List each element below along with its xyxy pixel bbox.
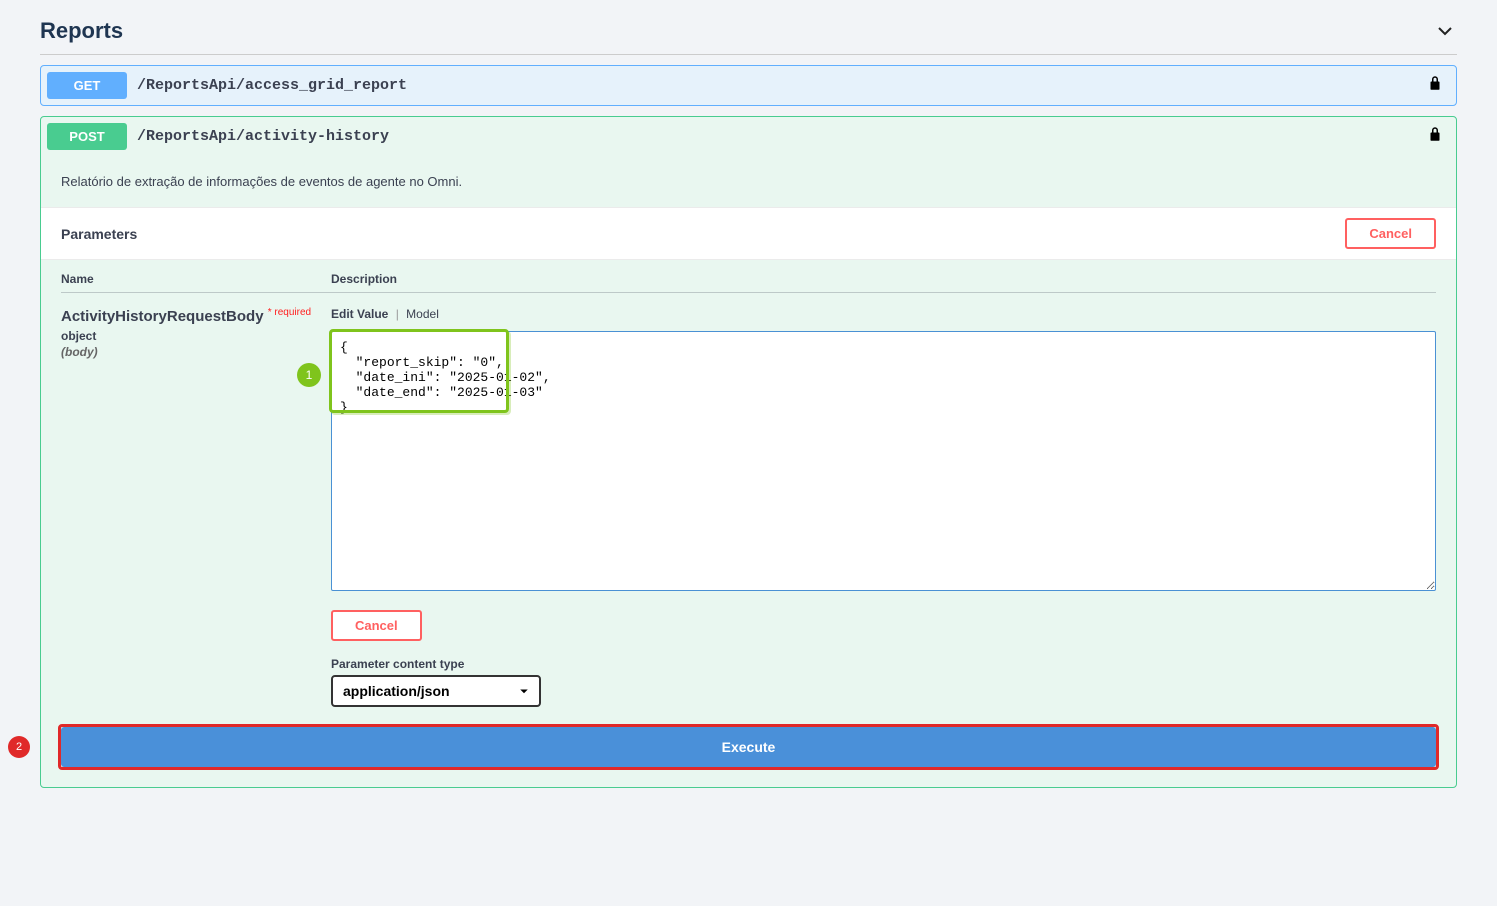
content-type-label: Parameter content type <box>331 657 1436 671</box>
tab-model[interactable]: Model <box>406 307 439 321</box>
required-marker: * required <box>268 307 311 318</box>
opblock-description: Relatório de extração de informações de … <box>41 156 1456 207</box>
param-desc-cell: Edit Value | Model 1 Cancel Parameter co… <box>331 307 1436 707</box>
method-badge-get: GET <box>47 72 127 99</box>
parameters-table: Name Description ActivityHistoryRequestB… <box>41 260 1456 727</box>
opblock-body: Relatório de extração de informações de … <box>41 156 1456 767</box>
parameters-header: Parameters Cancel <box>41 207 1456 260</box>
lock-icon[interactable] <box>1426 125 1444 148</box>
cancel-button[interactable]: Cancel <box>1345 218 1436 249</box>
execute-wrap: Execute 2 <box>61 727 1436 767</box>
param-in: (body) <box>61 345 331 359</box>
lock-icon[interactable] <box>1426 74 1444 97</box>
operation-get[interactable]: GET /ReportsApi/access_grid_report <box>40 65 1457 106</box>
chevron-down-icon[interactable] <box>1433 19 1457 43</box>
annotation-marker-2: 2 <box>8 736 30 758</box>
method-badge-post: POST <box>47 123 127 150</box>
col-header-name: Name <box>61 272 331 286</box>
opblock-summary-post[interactable]: POST /ReportsApi/activity-history <box>41 117 1456 156</box>
cancel-button-small[interactable]: Cancel <box>331 610 422 641</box>
param-table-head: Name Description <box>61 272 1436 293</box>
parameters-title: Parameters <box>61 226 137 242</box>
opblock-path-get: /ReportsApi/access_grid_report <box>137 77 407 94</box>
section-title: Reports <box>40 18 123 44</box>
opblock-summary-get[interactable]: GET /ReportsApi/access_grid_report <box>41 66 1456 105</box>
content-type-select[interactable]: application/json <box>331 675 541 707</box>
execute-button[interactable]: Execute <box>61 727 1436 767</box>
opblock-path-post: /ReportsApi/activity-history <box>137 128 389 145</box>
param-row: ActivityHistoryRequestBody * required ob… <box>61 307 1436 707</box>
operation-post: POST /ReportsApi/activity-history Relató… <box>40 116 1457 788</box>
param-name-cell: ActivityHistoryRequestBody * required ob… <box>61 307 331 707</box>
model-toggle: Edit Value | Model <box>331 307 1436 321</box>
col-header-description: Description <box>331 272 1436 286</box>
section-header[interactable]: Reports <box>40 0 1457 55</box>
tab-edit-value[interactable]: Edit Value <box>331 307 388 321</box>
param-name: ActivityHistoryRequestBody <box>61 308 264 325</box>
body-textarea[interactable] <box>331 331 1436 591</box>
param-type: object <box>61 329 331 343</box>
